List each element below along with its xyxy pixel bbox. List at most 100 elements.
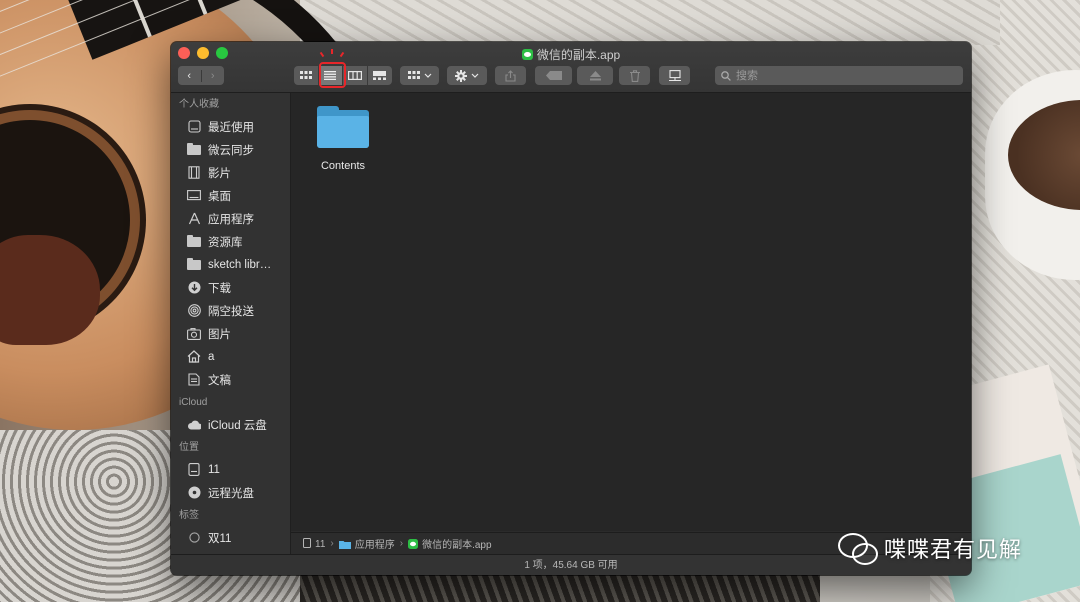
- path-segment-label: 11: [315, 538, 326, 550]
- remote-disc-icon: [187, 486, 201, 499]
- watermark-text: 喋喋君有见解: [884, 538, 1023, 563]
- chevron-right-icon: ›: [399, 538, 404, 549]
- sidebar-item-tag-double11[interactable]: 双11: [171, 526, 290, 549]
- action-button[interactable]: [447, 66, 487, 85]
- window-title-text: 微信的副本.app: [536, 48, 621, 62]
- search-input[interactable]: [734, 68, 948, 83]
- path-segment-label: 微信的副本.app: [422, 540, 492, 551]
- path-segment-disk[interactable]: 11: [303, 537, 326, 550]
- sidebar-item-label: 图片: [208, 328, 231, 341]
- icon-grid-icon: [299, 71, 312, 79]
- sidebar-item-library[interactable]: 资源库: [171, 230, 290, 253]
- finder-window: 微信的副本.app ‹ › 搜索 个人收藏 最近使用 微云同步 影片 桌面 应用…: [171, 42, 971, 575]
- cloud-icon: [187, 418, 201, 431]
- gallery-icon: [373, 71, 387, 80]
- documents-icon: [187, 373, 201, 386]
- sidebar-item-label: sketch libr…: [208, 258, 272, 271]
- sidebar-item-movies[interactable]: 影片: [171, 161, 290, 184]
- sidebar-item-label: 11: [208, 463, 220, 476]
- sidebar-item-label: 远程光盘: [208, 487, 254, 500]
- disk-icon: [303, 537, 311, 548]
- tag-circle-icon: [187, 531, 201, 544]
- sidebar-item-applications[interactable]: 应用程序: [171, 207, 290, 230]
- sidebar-item-label: 影片: [208, 167, 231, 180]
- sidebar-item-label: 微云同步: [208, 144, 254, 157]
- search-field[interactable]: [715, 66, 963, 85]
- airdrop-icon: [187, 304, 201, 317]
- sidebar-item-sketch-library[interactable]: sketch libr…: [171, 253, 290, 276]
- file-item-label: Contents: [320, 160, 366, 172]
- sidebar-item-weiyun[interactable]: 微云同步: [171, 138, 290, 161]
- group-grid-icon: [407, 71, 420, 79]
- group-by-button[interactable]: [400, 66, 439, 85]
- tag-icon: [545, 71, 562, 80]
- file-browser-content[interactable]: Contents: [291, 93, 971, 531]
- sidebar-item-airdrop[interactable]: 隔空投送: [171, 299, 290, 322]
- downloads-icon: [187, 281, 201, 294]
- eject-button[interactable]: [577, 66, 613, 85]
- sidebar-item-pictures[interactable]: 图片: [171, 322, 290, 345]
- list-view-highlight: [319, 62, 346, 88]
- file-item-contents[interactable]: Contents: [316, 106, 370, 172]
- gallery-view-button[interactable]: [368, 66, 393, 85]
- desktop-icon: [187, 189, 201, 202]
- applications-icon: [187, 212, 201, 225]
- pictures-icon: [187, 327, 201, 340]
- sidebar-item-label: 双11: [208, 532, 232, 545]
- chevron-down-icon: [471, 73, 479, 78]
- title-bar[interactable]: 微信的副本.app ‹ ›: [171, 42, 971, 93]
- sidebar-item-label: a: [208, 350, 215, 363]
- delete-button[interactable]: [619, 66, 650, 85]
- path-segment-app[interactable]: 微信的副本.app: [408, 536, 492, 551]
- search-icon: [721, 70, 731, 81]
- folder-icon: [187, 234, 201, 248]
- icon-view-button[interactable]: [294, 66, 319, 85]
- sidebar-item-label: 资源库: [208, 236, 243, 249]
- sidebar-item-recents[interactable]: 最近使用: [171, 115, 290, 138]
- sidebar-item-label: 隔空投送: [208, 305, 254, 318]
- path-segment-label: 应用程序: [354, 540, 395, 551]
- sidebar-item-icloud-drive[interactable]: iCloud 云盘: [171, 413, 290, 436]
- forward-button[interactable]: ›: [200, 69, 225, 82]
- sidebar-section-icloud: iCloud: [179, 397, 208, 408]
- sidebar-item-documents[interactable]: 文稿: [171, 368, 290, 391]
- chevron-down-icon: [424, 73, 431, 78]
- connect-server-button[interactable]: [659, 66, 690, 85]
- back-button[interactable]: ‹: [178, 70, 201, 82]
- tag-button[interactable]: [535, 66, 572, 85]
- folder-icon: [187, 257, 201, 271]
- share-button[interactable]: [495, 66, 526, 85]
- sidebar: 个人收藏 最近使用 微云同步 影片 桌面 应用程序 资源库 sketch lib…: [171, 93, 291, 575]
- sidebar-section-favorites: 个人收藏: [179, 99, 219, 110]
- wechat-app-icon: [408, 539, 419, 549]
- window-title: 微信的副本.app: [171, 46, 971, 63]
- sidebar-item-desktop[interactable]: 桌面: [171, 184, 290, 207]
- sidebar-item-label: iCloud 云盘: [208, 419, 267, 432]
- column-view-button[interactable]: [343, 66, 368, 85]
- sidebar-item-label: 桌面: [208, 190, 231, 203]
- recents-icon: [187, 120, 201, 133]
- sidebar-item-disk-11[interactable]: 11: [171, 458, 290, 481]
- watermark: 喋喋君有见解: [838, 531, 1022, 565]
- share-icon: [505, 69, 516, 82]
- trash-icon: [629, 69, 640, 82]
- sidebar-item-remote-disc[interactable]: 远程光盘: [171, 481, 290, 504]
- sidebar-item-label: 最近使用: [208, 121, 254, 134]
- folder-icon: [338, 541, 351, 549]
- wechat-logo-icon: [838, 531, 878, 565]
- path-segment-applications[interactable]: 应用程序: [338, 536, 395, 551]
- home-icon: [187, 350, 201, 363]
- sidebar-item-label: 文稿: [208, 374, 231, 387]
- highlight-spark-icon: [331, 49, 333, 54]
- chevron-right-icon: ›: [330, 538, 334, 549]
- folder-icon: [316, 106, 370, 150]
- columns-icon: [347, 71, 362, 80]
- sidebar-item-label: 下载: [208, 282, 231, 295]
- network-icon: [668, 69, 681, 81]
- sidebar-section-locations: 位置: [179, 442, 199, 453]
- sidebar-item-downloads[interactable]: 下载: [171, 276, 290, 299]
- folder-icon: [187, 142, 201, 156]
- sidebar-section-tags: 标签: [179, 510, 199, 521]
- sidebar-item-home[interactable]: a: [171, 345, 290, 368]
- wallpaper-blanket-top: [300, 0, 1000, 45]
